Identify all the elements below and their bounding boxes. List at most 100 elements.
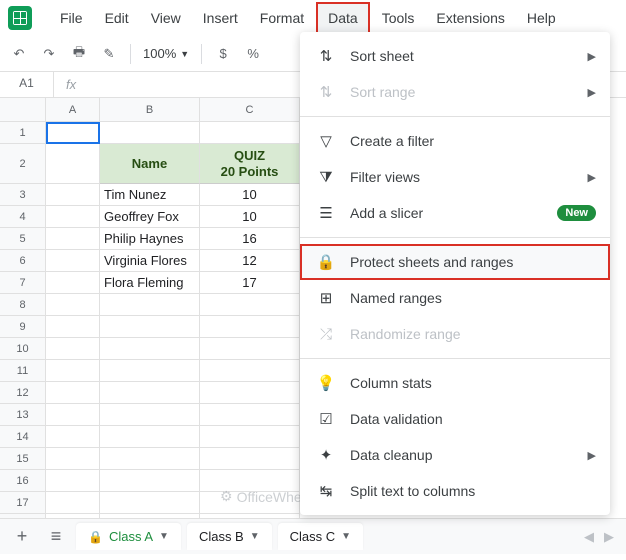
menu-edit[interactable]: Edit [95, 4, 139, 32]
row-header[interactable]: 12 [0, 382, 46, 404]
cell[interactable] [46, 470, 100, 492]
formula-bar[interactable]: fx [54, 72, 88, 97]
sheet-tab-class-c[interactable]: Class C▼ [278, 523, 363, 550]
create-filter-item[interactable]: ▽Create a filter [300, 123, 610, 159]
zoom-select[interactable]: 100% ▼ [143, 46, 189, 61]
menu-insert[interactable]: Insert [193, 4, 248, 32]
row-header[interactable]: 2 [0, 144, 46, 184]
protect-sheets-item[interactable]: 🔒Protect sheets and ranges [300, 244, 610, 280]
cell[interactable] [100, 360, 200, 382]
cell-name[interactable]: Tim Nunez [100, 184, 200, 206]
cell[interactable] [46, 426, 100, 448]
cell[interactable] [200, 382, 300, 404]
row-header[interactable]: 9 [0, 316, 46, 338]
cell[interactable] [46, 272, 100, 294]
redo-icon[interactable]: ↷ [40, 45, 58, 63]
paint-format-icon[interactable]: ✎ [100, 45, 118, 63]
header-quiz[interactable]: QUIZ20 Points [200, 144, 300, 184]
add-slicer-item[interactable]: ☰Add a slicerNew [300, 195, 610, 231]
header-name[interactable]: Name [100, 144, 200, 184]
cell-score[interactable]: 16 [200, 228, 300, 250]
cell[interactable] [46, 338, 100, 360]
cell[interactable] [100, 470, 200, 492]
cell[interactable] [46, 404, 100, 426]
row-header[interactable]: 3 [0, 184, 46, 206]
cell[interactable] [200, 316, 300, 338]
cell[interactable] [100, 316, 200, 338]
undo-icon[interactable]: ↶ [10, 45, 28, 63]
data-validation-item[interactable]: ☑Data validation [300, 401, 610, 437]
menu-tools[interactable]: Tools [372, 4, 425, 32]
cell[interactable] [200, 294, 300, 316]
cell[interactable] [46, 360, 100, 382]
sheet-tab-class-a[interactable]: 🔒Class A▼ [76, 523, 181, 550]
cell[interactable] [46, 206, 100, 228]
row-header[interactable]: 4 [0, 206, 46, 228]
cell[interactable] [200, 426, 300, 448]
menu-format[interactable]: Format [250, 4, 314, 32]
cell[interactable] [46, 184, 100, 206]
col-header[interactable]: B [100, 98, 200, 122]
cell-name[interactable]: Flora Fleming [100, 272, 200, 294]
cell-name[interactable]: Geoffrey Fox [100, 206, 200, 228]
name-box[interactable]: A1 [0, 72, 54, 97]
column-stats-item[interactable]: 💡Column stats [300, 365, 610, 401]
cell[interactable] [46, 448, 100, 470]
row-header[interactable]: 17 [0, 492, 46, 514]
cell[interactable] [100, 122, 200, 144]
cell[interactable] [46, 228, 100, 250]
split-text-item[interactable]: ↹Split text to columns [300, 473, 610, 509]
cell[interactable] [100, 404, 200, 426]
add-sheet-button[interactable]: + [8, 523, 36, 551]
all-sheets-button[interactable]: ≡ [42, 523, 70, 551]
row-header[interactable]: 7 [0, 272, 46, 294]
row-header[interactable]: 13 [0, 404, 46, 426]
cell[interactable] [100, 492, 200, 514]
data-cleanup-item[interactable]: ✦Data cleanup▶ [300, 437, 610, 473]
row-header[interactable]: 14 [0, 426, 46, 448]
sheet-tab-class-b[interactable]: Class B▼ [187, 523, 272, 550]
row-header[interactable]: 1 [0, 122, 46, 144]
cell-name[interactable]: Philip Haynes [100, 228, 200, 250]
cell[interactable] [100, 338, 200, 360]
menu-data[interactable]: Data [316, 2, 370, 34]
menu-file[interactable]: File [50, 4, 93, 32]
row-header[interactable]: 15 [0, 448, 46, 470]
cell-score[interactable]: 10 [200, 184, 300, 206]
cell-name[interactable]: Virginia Flores [100, 250, 200, 272]
named-ranges-item[interactable]: ⊞Named ranges [300, 280, 610, 316]
cell-score[interactable]: 12 [200, 250, 300, 272]
menu-help[interactable]: Help [517, 4, 566, 32]
cell-a1[interactable] [46, 122, 100, 144]
percent-icon[interactable]: % [244, 45, 262, 63]
cell[interactable] [100, 294, 200, 316]
cell[interactable] [46, 250, 100, 272]
row-header[interactable]: 16 [0, 470, 46, 492]
filter-views-item[interactable]: ⧩Filter views▶ [300, 159, 610, 195]
cell[interactable] [46, 294, 100, 316]
sort-sheet-item[interactable]: ⇅Sort sheet▶ [300, 38, 610, 74]
sort-range-item[interactable]: ⇅Sort range▶ [300, 74, 610, 110]
cell[interactable] [46, 144, 100, 184]
cell[interactable] [200, 338, 300, 360]
tab-next-icon[interactable]: ▶ [604, 529, 614, 545]
cell[interactable] [100, 426, 200, 448]
print-icon[interactable]: 🖶 [70, 45, 88, 63]
menu-view[interactable]: View [141, 4, 191, 32]
cell[interactable] [200, 448, 300, 470]
row-header[interactable]: 10 [0, 338, 46, 360]
row-header[interactable]: 5 [0, 228, 46, 250]
cell[interactable] [46, 382, 100, 404]
cell[interactable] [100, 448, 200, 470]
cell[interactable] [100, 382, 200, 404]
randomize-item[interactable]: ⤮Randomize range [300, 316, 610, 352]
row-header[interactable]: 8 [0, 294, 46, 316]
row-header[interactable]: 6 [0, 250, 46, 272]
cell[interactable] [46, 316, 100, 338]
col-header[interactable]: A [46, 98, 100, 122]
menu-extensions[interactable]: Extensions [426, 4, 514, 32]
sheets-logo[interactable] [8, 6, 32, 30]
cell[interactable] [200, 122, 300, 144]
cell-score[interactable]: 10 [200, 206, 300, 228]
col-header[interactable]: C [200, 98, 300, 122]
